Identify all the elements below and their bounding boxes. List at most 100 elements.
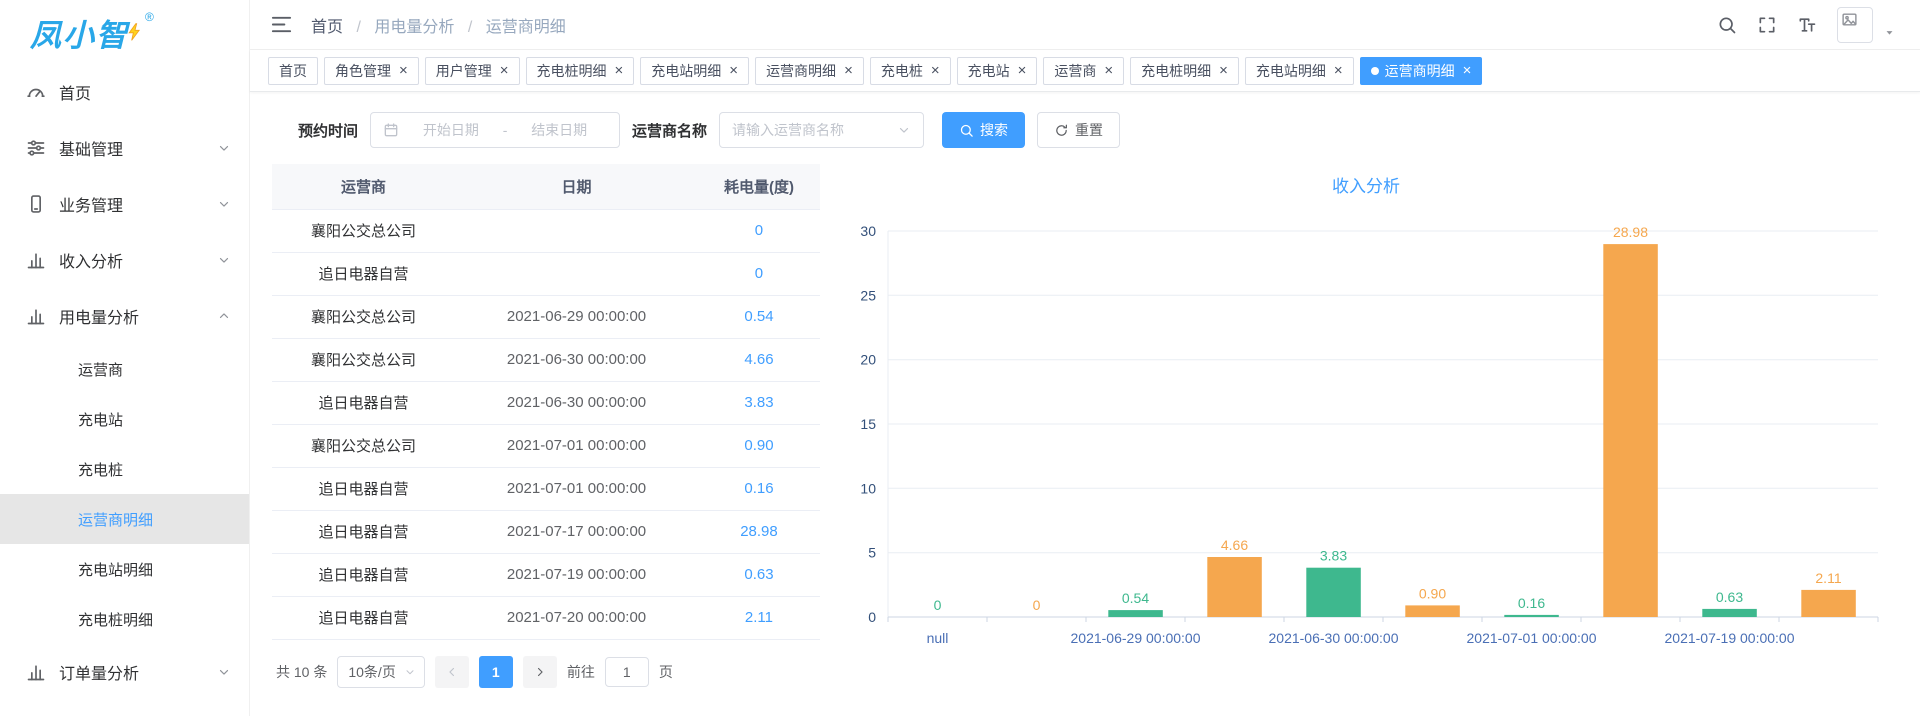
goto-page-input[interactable] [605,657,649,687]
page-size-select[interactable]: 10条/页 [337,656,424,688]
sidebar-item-order-analysis[interactable]: 订单量分析 [0,644,249,700]
chart-bar[interactable] [1504,615,1559,617]
chart-column: 收入分析 051015202530000.544.663.830.900.162… [836,164,1896,688]
chevron-down-icon [217,141,231,155]
bar-value-label: 4.66 [1221,537,1248,553]
y-axis-tick-label: 0 [868,609,876,625]
fullscreen-icon[interactable] [1757,15,1777,35]
goto-page-label: 前往 [567,662,595,682]
chart-bar[interactable] [1207,557,1262,617]
chart-bar[interactable] [1306,568,1361,617]
operator-name-input[interactable]: 请输入运营商名称 [719,112,924,148]
tab-close-icon[interactable]: × [931,63,940,78]
user-avatar[interactable] [1837,7,1873,43]
date-range-input[interactable]: 开始日期 - 结束日期 [370,112,620,148]
sidebar-item-label: 充电站明细 [78,559,231,580]
caret-down-icon[interactable] [1883,26,1896,39]
tab-close-icon[interactable]: × [1018,63,1027,78]
breadcrumb-power-analysis[interactable]: 用电量分析 [374,19,454,36]
sidebar-item-home[interactable]: 首页 [0,64,249,120]
tab-label: 充电桩明细 [537,61,607,81]
tab[interactable]: 运营商明细× [1360,57,1483,85]
tab-close-icon[interactable]: × [844,63,853,78]
table-row: 襄阳公交总公司2021-06-30 00:00:004.66 [272,338,820,381]
pagination-total: 共 10 条 [276,662,327,682]
tab[interactable]: 首页 [268,57,318,85]
sidebar-item-label: 订单量分析 [59,660,217,684]
cell-consumption: 0 [698,252,820,295]
sidebar-item-label: 运营商明细 [78,509,231,530]
y-axis-tick-label: 10 [860,480,876,496]
tab-close-icon[interactable]: × [500,63,509,78]
tab[interactable]: 充电站明细 × [640,57,749,85]
tab[interactable]: 充电桩× [870,57,951,85]
tab-label: 用户管理 [436,61,492,81]
sidebar-item-power-usage-analysis[interactable]: 用电量分析 [0,288,249,344]
chart-bar[interactable] [1702,609,1757,617]
cell-consumption: 0 [698,209,820,252]
sidebar-item-basic-management[interactable]: 基础管理 [0,120,249,176]
chevron-left-icon [445,665,459,679]
cell-consumption: 0.90 [698,424,820,467]
search-icon[interactable] [1717,15,1737,35]
cell-operator: 襄阳公交总公司 [272,209,455,252]
cell-operator: 襄阳公交总公司 [272,338,455,381]
sidebar-item-label: 业务管理 [59,192,217,216]
lightning-icon [125,22,145,42]
chart-bar[interactable] [1405,605,1460,617]
chart-bar[interactable] [1603,244,1658,617]
cell-operator: 追日电器自营 [272,510,455,553]
tab-close-icon[interactable]: × [1334,63,1343,78]
hamburger-icon[interactable] [270,13,293,36]
reset-button[interactable]: 重置 [1037,112,1120,148]
breadcrumb-separator: / [356,19,360,36]
sidebar-item-business-management[interactable]: 业务管理 [0,176,249,232]
chart-icon [26,662,46,682]
sidebar-item-charging-pile[interactable]: 充电桩 [0,444,249,494]
tab[interactable]: 充电桩明细× [1130,57,1239,85]
tab[interactable]: 运营商× [1043,57,1124,85]
tab-label: 充电站明细 [651,61,721,81]
sidebar-item-charging-station-detail[interactable]: 充电站明细 [0,544,249,594]
tab-close-icon[interactable]: × [399,63,408,78]
sidebar-item-label: 收入分析 [59,248,217,272]
revenue-chart-svg: 051015202530000.544.663.830.900.1628.980… [836,201,1896,663]
sidebar-item-label: 基础管理 [59,136,217,160]
tab-close-icon[interactable]: × [729,63,738,78]
cell-date: 2021-07-01 00:00:00 [455,424,698,467]
sidebar-item-label: 运营商 [78,359,231,380]
tab-close-icon[interactable]: × [1463,63,1472,78]
tab[interactable]: 运营商明细× [755,57,864,85]
search-button[interactable]: 搜索 [942,112,1025,148]
tab[interactable]: 角色管理× [324,57,419,85]
bar-value-label: 0.54 [1122,590,1149,606]
tab[interactable]: 充电站明细× [1245,57,1354,85]
sidebar-item-operator-detail[interactable]: 运营商明细 [0,494,249,544]
search-button-label: 搜索 [980,120,1008,140]
chart-bar[interactable] [1801,590,1856,617]
sidebar: 凤小智 ® 首页基础管理业务管理收入分析用电量分析运营商充电站充电桩运营商明细充… [0,0,250,716]
top-bar: 首页 / 用电量分析 / 运营商明细 [250,0,1920,50]
cell-consumption: 0.63 [698,553,820,596]
page-number-button[interactable]: 1 [479,656,513,688]
sidebar-item-charging-pile-detail[interactable]: 充电桩明细 [0,594,249,644]
sidebar-item-system-management[interactable]: 系统管理 [0,700,249,716]
sidebar-item-operator[interactable]: 运营商 [0,344,249,394]
chart-bar[interactable] [1108,610,1163,617]
tab-close-icon[interactable]: × [615,63,624,78]
table-row: 襄阳公交总公司2021-07-01 00:00:000.90 [272,424,820,467]
tab[interactable]: 充电站× [957,57,1038,85]
tab[interactable]: 充电桩明细 × [526,57,635,85]
tab-close-icon[interactable]: × [1104,63,1113,78]
sidebar-item-label: 充电站 [78,409,231,430]
prev-page-button[interactable] [435,656,469,688]
next-page-button[interactable] [523,656,557,688]
font-size-icon[interactable] [1797,15,1817,35]
table-row: 追日电器自营2021-07-19 00:00:000.63 [272,553,820,596]
sidebar-item-charging-station[interactable]: 充电站 [0,394,249,444]
sidebar-item-revenue-analysis[interactable]: 收入分析 [0,232,249,288]
reset-button-label: 重置 [1075,120,1103,140]
breadcrumb-home[interactable]: 首页 [311,19,343,36]
tab-close-icon[interactable]: × [1219,63,1228,78]
tab[interactable]: 用户管理 × [425,57,520,85]
